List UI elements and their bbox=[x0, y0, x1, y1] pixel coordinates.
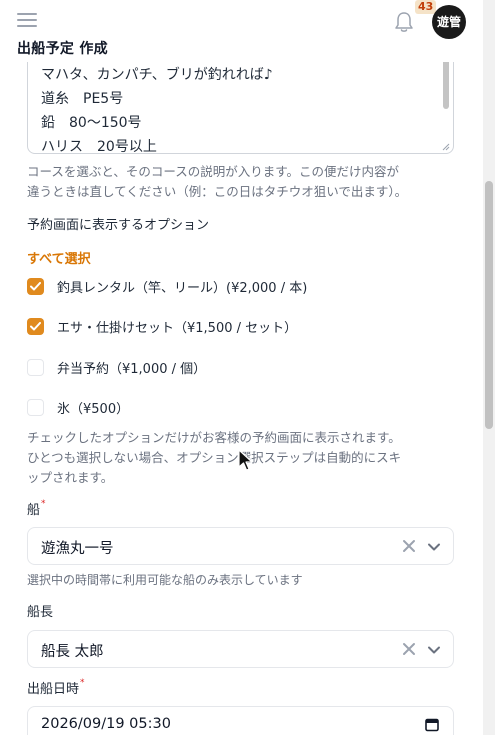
course-description-textarea[interactable]: アンダーベイトで大物を狙いに行く便です。マハタ、カンパチ、ブリが釣れれば♪道糸 … bbox=[27, 62, 454, 154]
option-bait-set[interactable]: エサ・仕掛けセット（¥1,500 / セット） bbox=[27, 316, 297, 336]
option-label: 氷（¥500） bbox=[57, 401, 130, 417]
chevron-down-icon[interactable] bbox=[427, 643, 441, 657]
page-scrollbar[interactable] bbox=[483, 0, 495, 735]
boat-select[interactable]: 遊漁丸一号 bbox=[27, 527, 454, 565]
boat-label: 船* bbox=[27, 499, 46, 518]
top-bar: 出船予定 作成 43 遊管 bbox=[0, 0, 483, 62]
check-icon bbox=[30, 281, 41, 290]
avatar[interactable]: 遊管 bbox=[432, 5, 466, 39]
textarea-line: ハリス 20号以上 bbox=[41, 139, 157, 154]
departure-value: 2026/09/19 05:30 bbox=[41, 716, 171, 732]
checkbox-checked[interactable] bbox=[27, 317, 44, 335]
clear-icon[interactable] bbox=[402, 642, 416, 656]
bell-icon[interactable] bbox=[393, 10, 415, 34]
options-label: 予約画面に表示するオプション bbox=[27, 218, 210, 233]
check-icon bbox=[30, 321, 41, 330]
captain-label: 船長 bbox=[27, 605, 54, 620]
form-content: アンダーベイトで大物を狙いに行く便です。マハタ、カンパチ、ブリが釣れれば♪道糸 … bbox=[0, 62, 483, 735]
menu-icon[interactable] bbox=[17, 13, 37, 29]
option-label: 弁当予約（¥1,000 / 個） bbox=[57, 361, 207, 377]
description-help-text: コースを選ぶと、そのコースの説明が入ります。この便だけ内容が 違うときは直してく… bbox=[27, 164, 408, 199]
scrollbar-thumb[interactable] bbox=[485, 181, 493, 429]
option-rental[interactable]: 釣具レンタル（竿、リール）(¥2,000 / 本) bbox=[27, 276, 307, 296]
captain-select-value: 船長 太郎 bbox=[41, 644, 104, 660]
textarea-line: 道糸 PE5号 bbox=[41, 91, 124, 107]
option-label: エサ・仕掛けセット（¥1,500 / セット） bbox=[57, 320, 298, 336]
notification-badge: 43 bbox=[415, 0, 437, 14]
textarea-scrollbar[interactable] bbox=[443, 62, 449, 109]
captain-select[interactable]: 船長 太郎 bbox=[27, 630, 454, 668]
boat-help-text: 選択中の時間帯に利用可能な船のみ表示しています bbox=[27, 573, 303, 587]
departure-label: 出船日時* bbox=[27, 678, 85, 697]
resize-handle-icon[interactable] bbox=[440, 141, 450, 151]
checkbox-checked[interactable] bbox=[27, 277, 44, 295]
mouse-cursor-icon bbox=[238, 449, 253, 471]
checkbox-unchecked[interactable] bbox=[27, 398, 44, 416]
option-ice[interactable]: 氷（¥500） bbox=[27, 397, 129, 417]
boat-select-value: 遊漁丸一号 bbox=[41, 541, 114, 557]
select-all-link[interactable]: すべて選択 bbox=[27, 248, 91, 267]
checkbox-unchecked[interactable] bbox=[27, 358, 44, 376]
textarea-line: 鉛 80〜150号 bbox=[41, 115, 142, 131]
departure-datetime-input[interactable]: 2026/09/19 05:30 bbox=[27, 706, 454, 735]
option-lunch[interactable]: 弁当予約（¥1,000 / 個） bbox=[27, 357, 206, 377]
option-label: 釣具レンタル（竿、リール）(¥2,000 / 本) bbox=[57, 280, 308, 296]
clear-icon[interactable] bbox=[402, 539, 416, 553]
calendar-icon[interactable] bbox=[425, 717, 439, 732]
chevron-down-icon[interactable] bbox=[427, 540, 441, 554]
page-title: 出船予定 作成 bbox=[17, 41, 108, 57]
textarea-line: マハタ、カンパチ、ブリが釣れれば♪ bbox=[41, 67, 273, 83]
